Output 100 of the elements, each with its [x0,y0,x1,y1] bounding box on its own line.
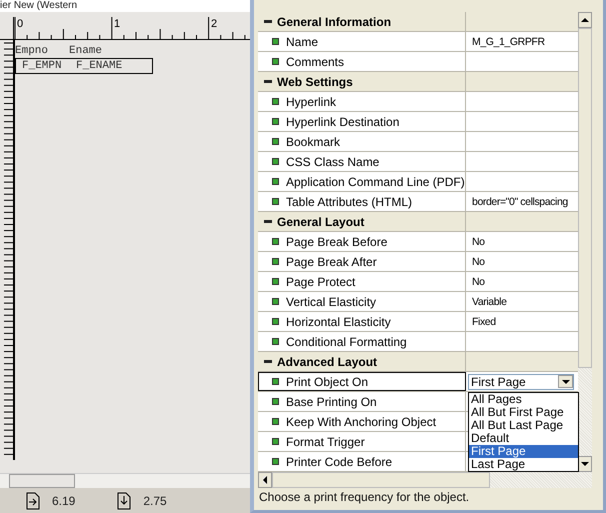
property-name: Page Break Before [286,234,388,248]
collapse-icon[interactable] [264,18,272,26]
property-name: Base Printing On [286,394,377,408]
property-name: Name [286,34,318,48]
property-name-cell[interactable]: Print Object On [258,372,466,391]
property-name: Format Trigger [286,434,365,448]
property-name-cell[interactable]: Keep With Anchoring Object [258,412,466,431]
property-value: Variable [472,296,507,308]
property-name-cell[interactable]: Page Break After [258,252,466,271]
property-name: Hyperlink Destination [286,114,400,128]
value-cell[interactable] [466,332,578,351]
field-label: F_EMPN [21,59,63,73]
property-value: No [472,256,485,268]
scroll-thumb[interactable] [578,28,592,368]
property-bullet-icon [272,438,279,445]
value-cell[interactable]: M_G_1_GRPFR [466,32,578,51]
horizontal-ruler: 0 1 2 [14,17,250,39]
property-value: Fixed [472,316,496,328]
property-name: Comments [286,54,344,68]
property-name-cell[interactable]: Application Command Line (PDF) [258,172,466,191]
property-name-cell[interactable]: CSS Class Name [258,152,466,171]
value-cell[interactable] [466,132,578,151]
property-value: M_G_1_GRPFR [472,36,545,48]
value-cell[interactable] [466,152,578,171]
dropdown-option[interactable]: All But Last Page [469,419,578,432]
property-name: Hyperlink [286,94,336,108]
value-cell[interactable] [466,172,578,191]
property-name: Printer Code Before [286,454,392,468]
dropdown-field[interactable]: First Page [468,374,574,390]
value-cell[interactable]: First Page [466,372,578,391]
scroll-thumb[interactable] [9,474,75,488]
scroll-up-button[interactable] [578,12,592,28]
section-title: General Layout [277,214,364,228]
property-bullet-icon [272,58,279,65]
value-cell[interactable]: No [466,272,578,291]
property-name-cell[interactable]: Table Attributes (HTML) [258,192,466,211]
scroll-thumb[interactable] [272,472,490,488]
property-name: Vertical Elasticity [286,294,376,308]
value-cell[interactable] [466,112,578,131]
property-name-cell[interactable]: Page Protect [258,272,466,291]
property-name: Print Object On [286,374,368,388]
property-name-cell[interactable]: Printer Code Before [258,452,466,471]
property-value: No [472,276,485,288]
dropdown-list[interactable]: All Pages All But First Page All But Last Page Default First Page Last Page [468,392,579,472]
property-name-cell[interactable]: Vertical Elasticity [258,292,466,311]
property-bullet-icon [272,338,279,345]
property-bullet-icon [272,418,279,425]
property-bullet-icon [272,458,279,465]
property-bullet-icon [272,258,279,265]
value-cell[interactable]: Fixed [466,312,578,331]
column-heading: Empno [15,44,50,58]
value-cell[interactable] [466,92,578,111]
property-name-cell[interactable]: Hyperlink [258,92,466,111]
collapse-icon[interactable] [264,78,272,86]
width-value: 6.19 [52,494,76,508]
hint-text: Choose a print frequency for the object. [258,489,470,504]
value-cell[interactable]: Variable [466,292,578,311]
property-name: Application Command Line (PDF) [286,174,465,188]
section-title: General Information [277,14,392,28]
dropdown-option[interactable]: First Page [469,445,578,458]
value-cell[interactable]: No [466,232,578,251]
property-name-cell[interactable]: Bookmark [258,132,466,151]
dropdown-option[interactable]: Default [469,432,578,445]
field-frame[interactable]: F_EMPN F_ENAME [15,58,153,74]
section-title: Web Settings [277,74,353,88]
property-value: border="0" cellspacing [472,196,568,208]
property-name-cell[interactable]: Base Printing On [258,392,466,411]
property-bullet-icon [272,238,279,245]
scroll-down-button[interactable] [578,456,592,472]
property-name: Table Attributes (HTML) [286,194,412,208]
value-cell[interactable]: No [466,252,578,271]
page-arrow-right-icon [26,492,40,510]
dropdown-option[interactable]: All But First Page [469,406,578,419]
value-cell[interactable]: border="0" cellspacing [466,192,578,211]
property-name-cell[interactable]: Horizontal Elasticity [258,312,466,331]
collapse-icon[interactable] [264,358,272,366]
dropdown-option[interactable]: Last Page [469,458,578,471]
property-bullet-icon [272,138,279,145]
property-bullet-icon [272,318,279,325]
property-name: Conditional Formatting [286,334,407,348]
property-bullet-icon [272,98,279,105]
collapse-icon[interactable] [264,218,272,226]
property-name-cell[interactable]: Name [258,32,466,51]
property-name-cell[interactable]: Conditional Formatting [258,332,466,351]
property-name-cell[interactable]: Comments [258,52,466,71]
property-name: Keep With Anchoring Object [286,414,436,428]
property-bullet-icon [272,378,279,385]
scroll-left-button[interactable] [258,472,272,488]
dropdown-option[interactable]: All Pages [469,393,578,406]
value-cell[interactable] [466,52,578,71]
property-name: Bookmark [286,134,340,148]
property-name: Horizontal Elasticity [286,314,391,328]
property-value: No [472,236,485,248]
property-name-cell[interactable]: Format Trigger [258,432,466,451]
property-name-cell[interactable]: Hyperlink Destination [258,112,466,131]
property-name: Page Break After [286,254,377,268]
property-bullet-icon [272,398,279,405]
property-name-cell[interactable]: Page Break Before [258,232,466,251]
property-name: CSS Class Name [286,154,380,168]
property-bullet-icon [272,198,279,205]
